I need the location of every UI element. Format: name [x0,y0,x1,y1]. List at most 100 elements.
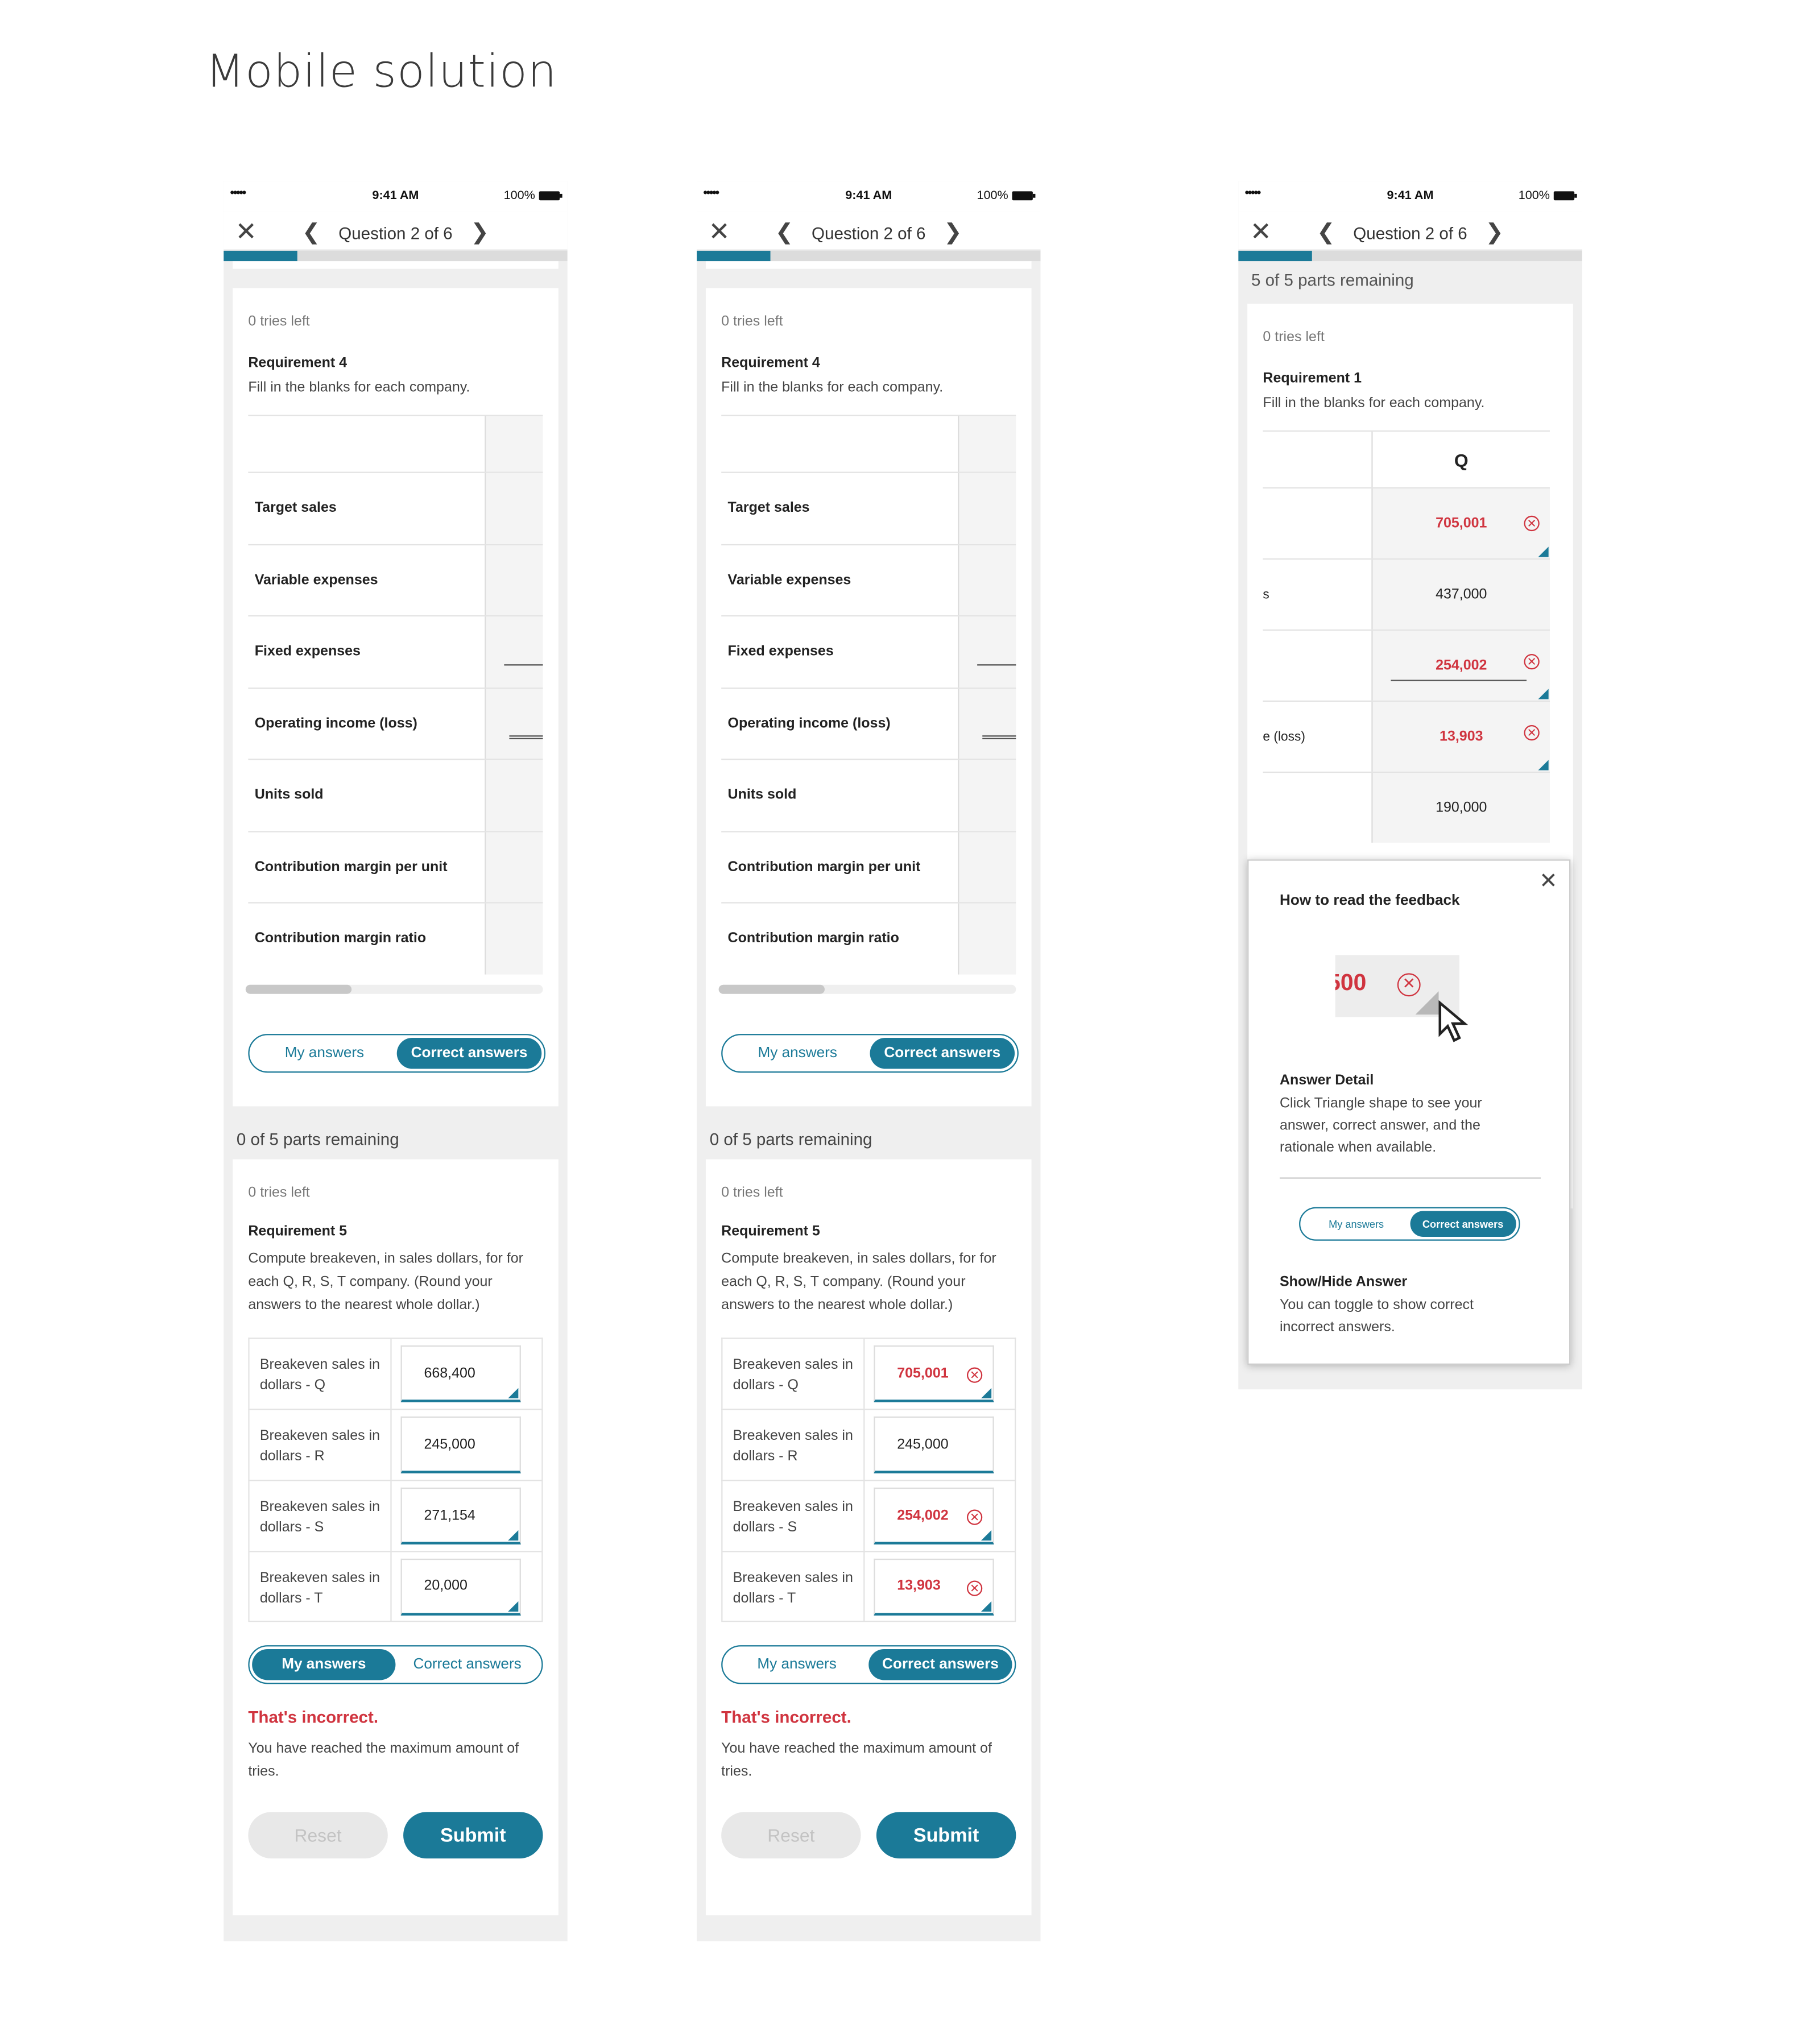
close-icon[interactable]: ✕ [1539,868,1557,894]
breakeven-t-input[interactable]: 20,000 [400,1558,521,1615]
value-cell[interactable]: 705,001 ✕ [1371,488,1550,558]
correct-answers-toggle[interactable]: Correct answers [870,1037,1015,1069]
requirement-instructions: Fill in the blanks for each company. [721,380,944,396]
chevron-right-icon[interactable]: ❯ [1486,220,1504,245]
detail-triangle-icon [1415,991,1439,1015]
parts-remaining: 5 of 5 parts remaining [1251,270,1414,290]
breakeven-s-input[interactable]: 271,154 [400,1487,521,1544]
requirement-5-card: 0 tries left Requirement 5 Compute break… [705,1159,1032,1916]
progress-bar [224,250,568,262]
requirement-title: Requirement 1 [1263,371,1362,387]
answer-toggle[interactable]: My answers Correct answers [248,1034,546,1073]
my-answers-toggle[interactable]: My answers [725,1038,870,1069]
answer-detail-title: Answer Detail [1279,1073,1374,1088]
my-answers-toggle[interactable]: My answers [252,1649,396,1680]
progress-bar [696,250,1041,262]
table-row: Operating income (loss) [721,686,1016,759]
table-row: Breakeven sales in dollars - T 20,000 [248,1551,543,1622]
answer-detail-text: Click Triangle shape to see your answer,… [1279,1096,1482,1156]
horizontal-scrollbar[interactable] [245,984,543,993]
phone-3: ••••• 9:41 AM 100% ✕ ❮ Question 2 of 6 ❯… [1238,181,1582,1390]
detail-triangle-icon[interactable] [1538,760,1549,771]
detail-triangle-icon[interactable] [508,1388,519,1399]
battery-icon [539,191,562,201]
feedback-message: You have reached the maximum amount of t… [721,1741,992,1780]
tries-left: 0 tries left [1263,329,1325,345]
reset-button[interactable]: Reset [248,1812,388,1859]
value-cell[interactable]: 13,903 ✕ [1371,702,1550,772]
answer-toggle[interactable]: My answers Correct answers [1299,1207,1520,1241]
incorrect-icon: ✕ [966,1580,983,1596]
battery-icon [1553,191,1577,201]
my-answers-toggle[interactable]: My answers [1303,1211,1409,1237]
requirement-4-card: 0 tries left Requirement 4 Fill in the b… [233,288,559,1107]
chevron-right-icon[interactable]: ❯ [470,220,489,245]
breakeven-t-input[interactable]: 13,903 ✕ [874,1558,994,1615]
nav-bar: ✕ ❮ Question 2 of 6 ❯ [696,212,1041,251]
correct-answers-toggle[interactable]: Correct answers [395,1649,539,1680]
answer-toggle[interactable]: My answers Correct answers [721,1034,1019,1073]
my-answers-toggle[interactable]: My answers [252,1038,397,1069]
detail-triangle-icon[interactable] [1538,689,1549,699]
value-cell[interactable]: 437,000 [1371,560,1550,630]
answer-toggle[interactable]: My answers Correct answers [248,1645,543,1684]
my-answers-toggle[interactable]: My answers [725,1649,868,1680]
detail-triangle-icon[interactable] [508,1600,519,1611]
reset-button[interactable]: Reset [721,1812,861,1859]
cursor-icon [1438,1000,1469,1042]
detail-triangle-icon[interactable] [981,1388,992,1399]
requirement-4-card: 0 tries left Requirement 4 Fill in the b… [705,288,1032,1107]
nav-bar: ✕ ❮ Question 2 of 6 ❯ [224,212,568,251]
requirement-instructions: Compute breakeven, in sales dollars, for… [721,1250,996,1314]
submit-button[interactable]: Submit [403,1812,543,1859]
horizontal-scrollbar[interactable] [718,984,1016,993]
detail-triangle-icon[interactable] [1538,546,1549,557]
detail-triangle-icon[interactable] [981,1530,992,1541]
battery-icon [1012,191,1036,201]
battery-label: 100% [1518,188,1550,203]
question-indicator: Question 2 of 6 [812,223,926,243]
status-bar: ••••• 9:41 AM 100% [696,181,1041,212]
breakeven-s-input[interactable]: 254,002 ✕ [874,1487,994,1544]
question-indicator: Question 2 of 6 [1353,223,1467,243]
status-bar: ••••• 9:41 AM 100% [224,181,568,212]
submit-button[interactable]: Submit [876,1812,1016,1859]
progress-fill [1238,250,1312,262]
tries-left: 0 tries left [248,314,310,330]
detail-triangle-icon[interactable] [981,1600,992,1611]
progress-bar [1238,250,1582,262]
breakeven-r-input[interactable]: 245,000 [400,1416,521,1473]
tries-left: 0 tries left [721,1185,783,1201]
value-cell[interactable]: 254,002 ✕ [1371,631,1550,701]
breakeven-q-input[interactable]: 668,400 [400,1345,521,1402]
chevron-left-icon[interactable]: ❮ [1317,220,1335,245]
requirement-instructions: Fill in the blanks for each company. [1263,395,1485,411]
detail-triangle-icon[interactable] [508,1530,519,1541]
value-cell[interactable]: 190,000 [1371,773,1550,843]
breakeven-table: Breakeven sales in dollars - Q 705,001 ✕ B… [721,1338,1016,1622]
table-row: Breakeven sales in dollars - S 254,002 ✕ [721,1480,1016,1551]
correct-answers-toggle[interactable]: Correct answers [1409,1211,1516,1237]
table-row: s 437,000 [1263,558,1550,630]
phone-2: ••••• 9:41 AM 100% ✕ ❮ Question 2 of 6 ❯… [696,181,1041,1941]
chevron-left-icon[interactable]: ❮ [775,220,793,245]
column-header: Q [1371,432,1550,487]
table-row: Variable expenses [721,543,1016,615]
requirement-title: Requirement 5 [248,1224,348,1240]
correct-answers-toggle[interactable]: Correct answers [868,1649,1012,1680]
answer-toggle[interactable]: My answers Correct answers [721,1645,1016,1684]
incorrect-icon: ✕ [966,1367,983,1383]
table-row: Units sold [721,759,1016,831]
requirement-5-card: 0 tries left Requirement 5 Compute break… [233,1159,559,1916]
requirement-title: Requirement 4 [248,355,348,371]
battery-label: 100% [503,188,535,203]
chevron-right-icon[interactable]: ❯ [944,220,962,245]
error-message: That's incorrect. [721,1707,851,1727]
breakeven-r-input[interactable]: 245,000 [874,1416,994,1473]
breakeven-q-input[interactable]: 705,001 ✕ [874,1345,994,1402]
nav-bar: ✕ ❮ Question 2 of 6 ❯ [1238,212,1582,251]
correct-answers-toggle[interactable]: Correct answers [396,1037,542,1069]
incorrect-icon: ✕ [966,1509,983,1525]
popup-title: How to read the feedback [1279,893,1460,909]
chevron-left-icon[interactable]: ❮ [302,220,320,245]
